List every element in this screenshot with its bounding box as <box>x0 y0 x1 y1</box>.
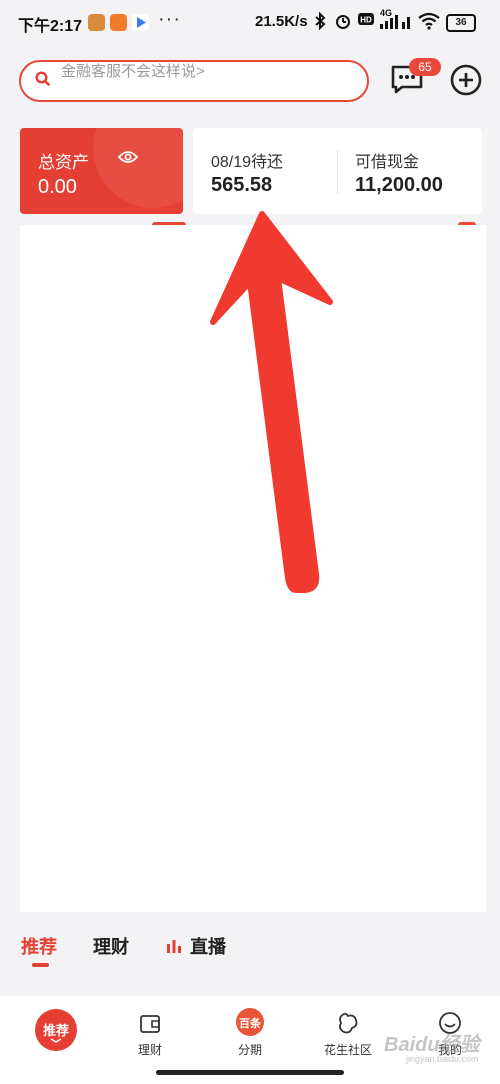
active-tab-indicator <box>32 963 49 967</box>
svg-text:HD: HD <box>360 16 372 25</box>
search-icon <box>35 71 50 86</box>
status-time: 下午2:17 <box>18 18 83 35</box>
content-panel <box>20 225 486 912</box>
nav-finance-label: 理财 <box>137 1043 162 1057</box>
total-assets-label: 总资产 <box>38 153 89 172</box>
wallet-icon <box>140 1015 160 1033</box>
watermark-url: jingyan.baidu.com <box>406 1054 479 1064</box>
message-badge: 65 <box>409 58 441 76</box>
repayment-due-label: 08/19待还 <box>211 154 284 171</box>
live-bars-icon <box>167 940 181 953</box>
search-input[interactable]: 金融客服不会这样说> <box>19 60 369 102</box>
nav-item-installment[interactable]: 百条 分期 <box>210 996 290 1066</box>
app-notification-icon <box>88 14 105 31</box>
bluetooth-icon <box>313 11 327 35</box>
nav-item-finance[interactable]: 理财 <box>110 996 190 1066</box>
available-cash-label: 可借现金 <box>355 154 420 171</box>
card-decoration <box>93 128 183 208</box>
tab-finance[interactable]: 理财 <box>93 933 129 959</box>
total-assets-card[interactable]: 总资产 0.00 <box>20 128 183 214</box>
total-assets-value: 0.00 <box>38 176 77 198</box>
feed-tabs: 推荐 理财 直播 <box>0 918 500 980</box>
eye-icon[interactable] <box>118 150 138 164</box>
nav-community-label: 花生社区 <box>323 1043 372 1057</box>
search-placeholder: 金融客服不会这样说> <box>61 63 205 80</box>
battery-indicator: 36 <box>446 14 476 32</box>
installment-badge: 百条 <box>239 1018 261 1030</box>
watermark-logo: Baidu经验 <box>384 1034 480 1056</box>
available-cash-value: 11,200.00 <box>355 174 443 196</box>
hd-icon: HD <box>358 12 374 31</box>
peanut-icon <box>339 1012 358 1034</box>
status-bar: 下午2:17 ··· 21.5K/s HD 4G 36 <box>0 0 500 46</box>
nav-item-community[interactable]: 花生社区 <box>308 996 388 1066</box>
video-app-icon <box>132 14 149 31</box>
app-notification-icon <box>110 14 127 31</box>
home-indicator[interactable] <box>156 1070 344 1075</box>
add-icon[interactable] <box>450 64 482 96</box>
nav-item-home[interactable]: 推荐 <box>16 996 96 1066</box>
loan-summary-card: 08/19待还 565.58 可借现金 11,200.00 <box>193 128 482 214</box>
wifi-icon <box>418 12 440 35</box>
nav-home-label: 推荐 <box>42 1023 69 1038</box>
network-speed: 21.5K/s <box>255 13 308 30</box>
nav-installment-label: 分期 <box>237 1043 262 1057</box>
network-type: 4G <box>380 8 393 18</box>
card-divider <box>337 150 338 194</box>
tab-live[interactable]: 直播 <box>190 933 226 959</box>
alarm-icon <box>334 12 352 35</box>
repayment-due-value: 565.58 <box>211 174 273 196</box>
cell-signal-icon: 4G <box>378 8 414 37</box>
tab-recommend[interactable]: 推荐 <box>21 933 57 959</box>
more-notifications-icon: ··· <box>158 8 181 30</box>
